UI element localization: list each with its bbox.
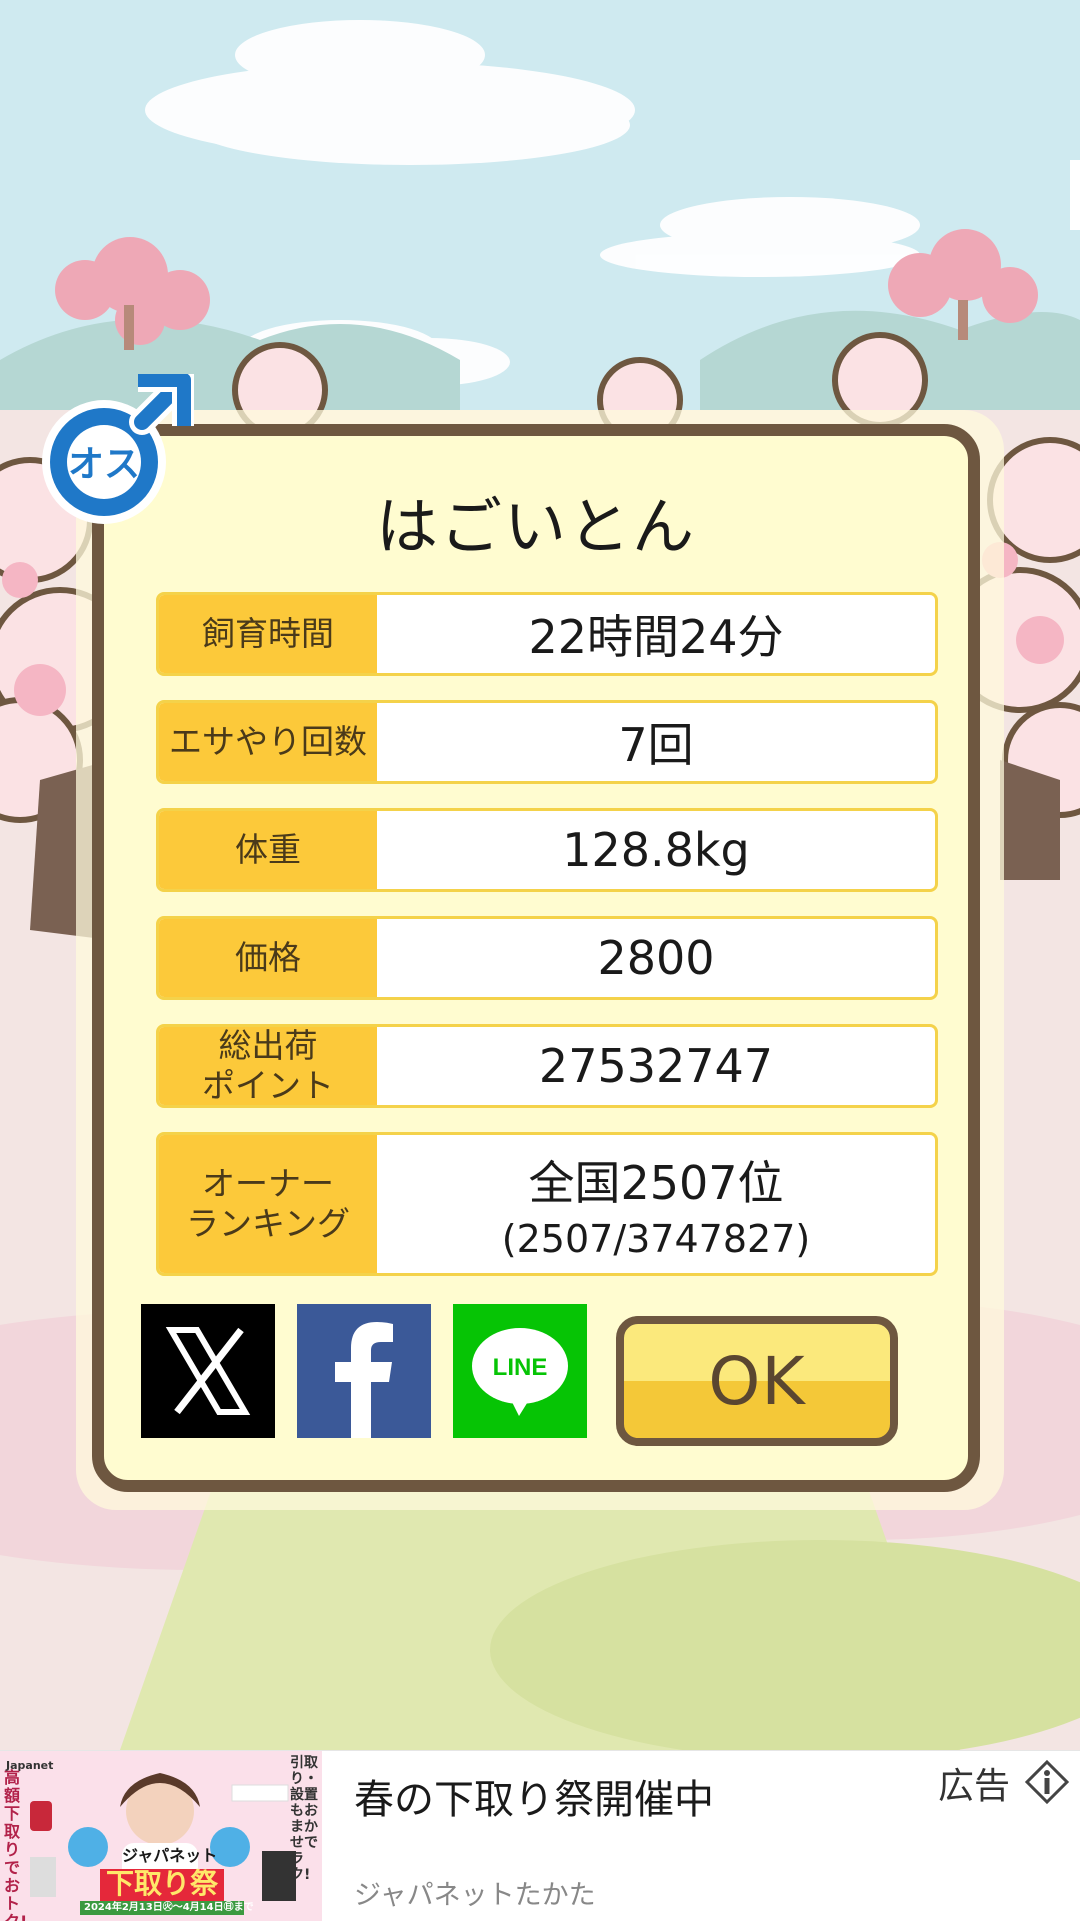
ad-banner[interactable]: Japanet 高額下取りでおトク! 引取り・設置もおまかせでラク! ジャパネッ…	[0, 1750, 1080, 1921]
pig-status-dialog: はごいとん 飼育時間 22時間24分 エサやり回数 7回 体重 128.8kg …	[92, 424, 980, 1492]
stat-row-owner-ranking: オーナー ランキング 全国2507位 (2507/3747827)	[156, 1132, 938, 1276]
stat-label: 体重	[159, 811, 377, 889]
stat-row-price: 価格 2800	[156, 916, 938, 1000]
share-line-button[interactable]: LINE	[453, 1304, 587, 1438]
stat-label: 総出荷 ポイント	[159, 1027, 377, 1105]
stat-value: 27532747	[538, 1039, 774, 1093]
ad-label: 広告	[938, 1766, 1011, 1807]
ok-button[interactable]: OK	[616, 1316, 898, 1446]
ad-center-sub: ジャパネット	[122, 1846, 218, 1865]
stat-label: エサやり回数	[159, 703, 377, 781]
stat-row-feeding-count: エサやり回数 7回	[156, 700, 938, 784]
stat-row-weight: 体重 128.8kg	[156, 808, 938, 892]
share-facebook-button[interactable]	[297, 1304, 431, 1438]
stat-label: オーナー ランキング	[159, 1135, 377, 1273]
stat-value-detail: (2507/3747827)	[501, 1217, 811, 1261]
ad-advertiser[interactable]: ジャパネットたかた	[354, 1873, 596, 1912]
ad-center-title: 下取り祭	[106, 1867, 219, 1900]
stat-row-shipping-points: 総出荷 ポイント 27532747	[156, 1024, 938, 1108]
ad-right-text: 引取り・設置もおまかせでラク!	[290, 1755, 318, 1883]
info-icon[interactable]	[1024, 1759, 1070, 1805]
x-logo-icon	[141, 1304, 275, 1438]
ad-dates: 2024年2月13日㊋〜4月14日㊐まで	[84, 1902, 254, 1913]
stat-label: 価格	[159, 919, 377, 997]
ad-image[interactable]: Japanet 高額下取りでおトク! 引取り・設置もおまかせでラク! ジャパネッ…	[0, 1751, 322, 1921]
stat-value: 22時間24分	[528, 610, 784, 664]
stat-value: 128.8kg	[562, 823, 750, 877]
stat-value: 7回	[618, 718, 694, 772]
line-icon: LINE	[453, 1304, 587, 1438]
line-logo-text: LINE	[493, 1354, 548, 1381]
stat-value: 全国2507位	[528, 1156, 784, 1210]
stat-value: 2800	[597, 931, 715, 985]
facebook-icon	[297, 1304, 431, 1438]
pig-name: はごいとん	[375, 490, 696, 563]
male-gender-badge: オス	[34, 368, 196, 534]
stat-label: 飼育時間	[159, 595, 377, 673]
share-x-button[interactable]	[141, 1304, 275, 1438]
gender-text: オス	[68, 444, 140, 485]
ad-left-text: 高額下取りでおトク!	[4, 1768, 27, 1921]
ad-headline[interactable]: 春の下取り祭開催中	[354, 1767, 714, 1825]
stat-row-breeding-time: 飼育時間 22時間24分	[156, 592, 938, 676]
